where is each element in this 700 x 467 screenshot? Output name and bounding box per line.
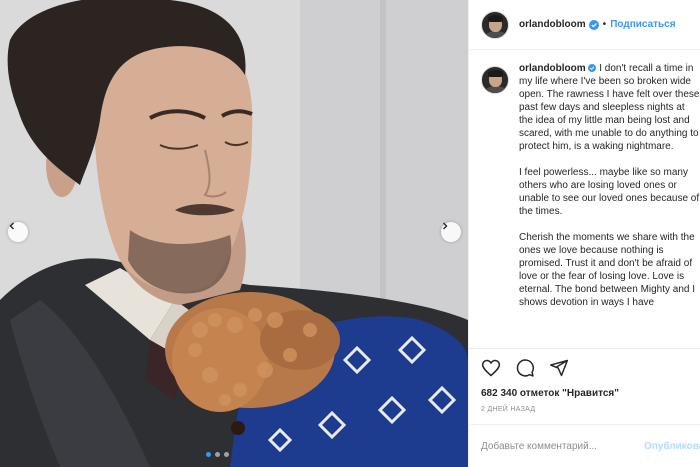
caption-paragraph: orlandobloom I don't recall a time in my…: [519, 62, 700, 153]
actions-bar: [469, 348, 700, 378]
photo-illustration: [0, 0, 468, 467]
follow-button[interactable]: Подписаться: [610, 19, 675, 30]
post-header: orlandobloom • Подписаться: [469, 0, 700, 50]
caption-text: orlandobloom I don't recall a time in my…: [519, 62, 700, 344]
post-comment-button[interactable]: Опубликовать: [644, 441, 700, 452]
likes-count[interactable]: 682 340 отметок "Нравится": [481, 388, 619, 399]
post-photo: [0, 0, 468, 467]
post-date[interactable]: 2 ДНЕЙ НАЗАД: [481, 406, 535, 413]
caption-username[interactable]: orlandobloom: [519, 63, 586, 74]
like-button[interactable]: [481, 358, 501, 378]
chevron-right-icon: [443, 222, 448, 230]
caption-paragraph-1: I don't recall a time in my life where I…: [519, 63, 700, 152]
avatar[interactable]: [481, 10, 509, 39]
username-link[interactable]: orlandobloom: [519, 19, 586, 30]
carousel-dots: [206, 452, 229, 457]
share-button[interactable]: [549, 358, 569, 378]
comment-bar: Опубликовать: [469, 424, 700, 467]
share-icon: [549, 359, 569, 377]
carousel-dot: [224, 452, 229, 457]
next-photo-button[interactable]: [441, 222, 461, 242]
chevron-left-icon: [9, 222, 14, 230]
caption: orlandobloom I don't recall a time in my…: [481, 62, 700, 344]
separator: •: [602, 19, 607, 30]
caption-paragraph-2: I feel powerless... maybe like so many o…: [519, 167, 700, 217]
previous-photo-button[interactable]: [8, 222, 28, 242]
carousel-dot-active: [206, 452, 211, 457]
post-side-panel: orlandobloom • Подписаться orlandobloom …: [468, 0, 700, 467]
comment-input[interactable]: [481, 440, 631, 452]
caption-paragraph-3: Cherish the moments we share with the on…: [519, 232, 696, 308]
verified-badge-icon: [588, 64, 597, 72]
carousel-dot: [215, 452, 220, 457]
comment-button[interactable]: [515, 358, 535, 378]
caption-avatar[interactable]: [481, 66, 509, 94]
heart-icon: [481, 359, 501, 377]
comment-icon: [516, 359, 535, 377]
verified-badge-icon: [588, 19, 599, 30]
